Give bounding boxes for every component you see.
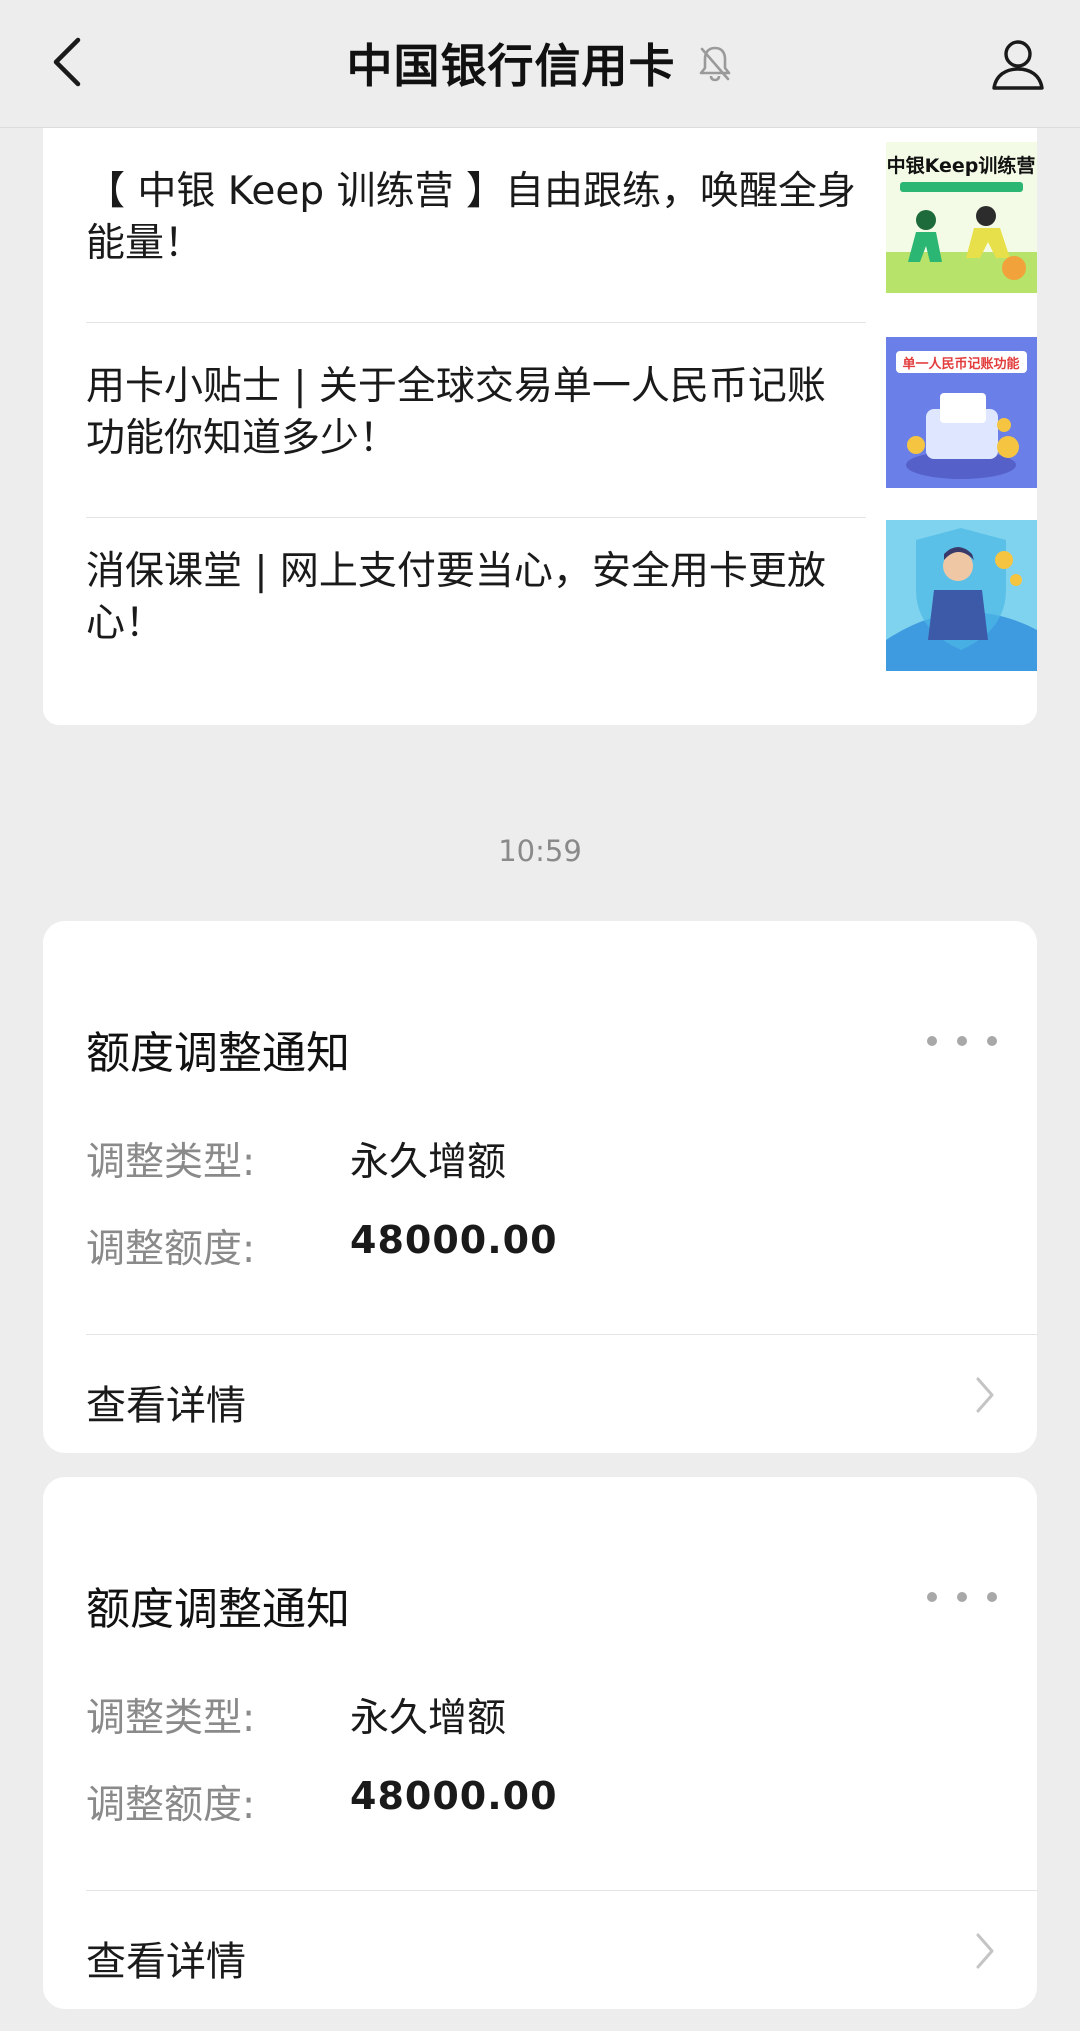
view-details-link[interactable]: 查看详情 bbox=[43, 1891, 1037, 2009]
limit-adjust-notice-card: 额度调整通知 调整类型: 永久增额 调整额度: 48000.00 查看详情 bbox=[43, 921, 1038, 1453]
amount-value: 48000.00 bbox=[350, 1774, 558, 1818]
view-details-link[interactable]: 查看详情 bbox=[43, 1335, 1037, 1453]
type-label: 调整类型: bbox=[86, 1140, 256, 1185]
more-dot bbox=[957, 1592, 967, 1602]
view-details-label: 查看详情 bbox=[86, 1383, 246, 1429]
keep-training-thumbnail: 中银Keep训练营 bbox=[886, 142, 1037, 293]
view-details-label: 查看详情 bbox=[86, 1939, 246, 1985]
profile-button[interactable] bbox=[984, 30, 1052, 98]
chevron-right-icon bbox=[976, 1377, 994, 1413]
type-value: 永久增额 bbox=[350, 1696, 507, 1741]
article-item-rmb-billing[interactable]: 用卡小贴士 | 关于全球交易单一人民币记账功能你知道多少！ 单一人民币记账功能 bbox=[86, 323, 1037, 518]
thumb-caption: 中银Keep训练营 bbox=[887, 154, 1036, 177]
article-title: 消保课堂 | 网上支付要当心，安全用卡更放心！ bbox=[86, 549, 826, 646]
rmb-billing-thumbnail: 单一人民币记账功能 bbox=[886, 337, 1037, 488]
article-item-safe-payment[interactable]: 消保课堂 | 网上支付要当心，安全用卡更放心！ bbox=[86, 518, 1037, 713]
more-dot bbox=[987, 1592, 997, 1602]
safe-payment-thumbnail bbox=[886, 520, 1037, 671]
notice-title: 额度调整通知 bbox=[86, 1028, 350, 1079]
page-title: 中国银行信用卡 bbox=[346, 39, 676, 93]
bell-off-icon bbox=[696, 43, 734, 83]
chevron-right-icon bbox=[976, 1933, 994, 1969]
more-dots-icon bbox=[927, 1036, 937, 1046]
notice-title: 额度调整通知 bbox=[86, 1584, 350, 1635]
article-title: 用卡小贴士 | 关于全球交易单一人民币记账功能你知道多少！ bbox=[86, 364, 826, 461]
more-dot bbox=[957, 1036, 967, 1046]
amount-value: 48000.00 bbox=[350, 1218, 558, 1262]
article-card: 【 中银 Keep 训练营 】自由跟练，唤醒全身能量！ 中银Keep训练营 用卡… bbox=[43, 128, 1037, 725]
more-options-button[interactable] bbox=[927, 1021, 997, 1061]
more-dot bbox=[987, 1036, 997, 1046]
article-title: 【 中银 Keep 训练营 】自由跟练，唤醒全身能量！ bbox=[86, 169, 856, 266]
article-item-keep[interactable]: 【 中银 Keep 训练营 】自由跟练，唤醒全身能量！ 中银Keep训练营 bbox=[86, 128, 1037, 323]
message-timestamp: 10:59 bbox=[498, 834, 582, 868]
more-options-button[interactable] bbox=[927, 1577, 997, 1617]
thumb-caption: 单一人民币记账功能 bbox=[902, 356, 1019, 372]
amount-label: 调整额度: bbox=[86, 1783, 256, 1828]
type-label: 调整类型: bbox=[86, 1696, 256, 1741]
nav-header: 中国银行信用卡 bbox=[0, 0, 1080, 128]
amount-label: 调整额度: bbox=[86, 1227, 256, 1272]
limit-adjust-notice-card: 额度调整通知 调整类型: 永久增额 调整额度: 48000.00 查看详情 bbox=[43, 1477, 1038, 2009]
more-dots-icon bbox=[927, 1592, 937, 1602]
title-container: 中国银行信用卡 bbox=[0, 28, 1080, 98]
user-icon bbox=[992, 40, 1044, 90]
type-value: 永久增额 bbox=[350, 1140, 507, 1185]
